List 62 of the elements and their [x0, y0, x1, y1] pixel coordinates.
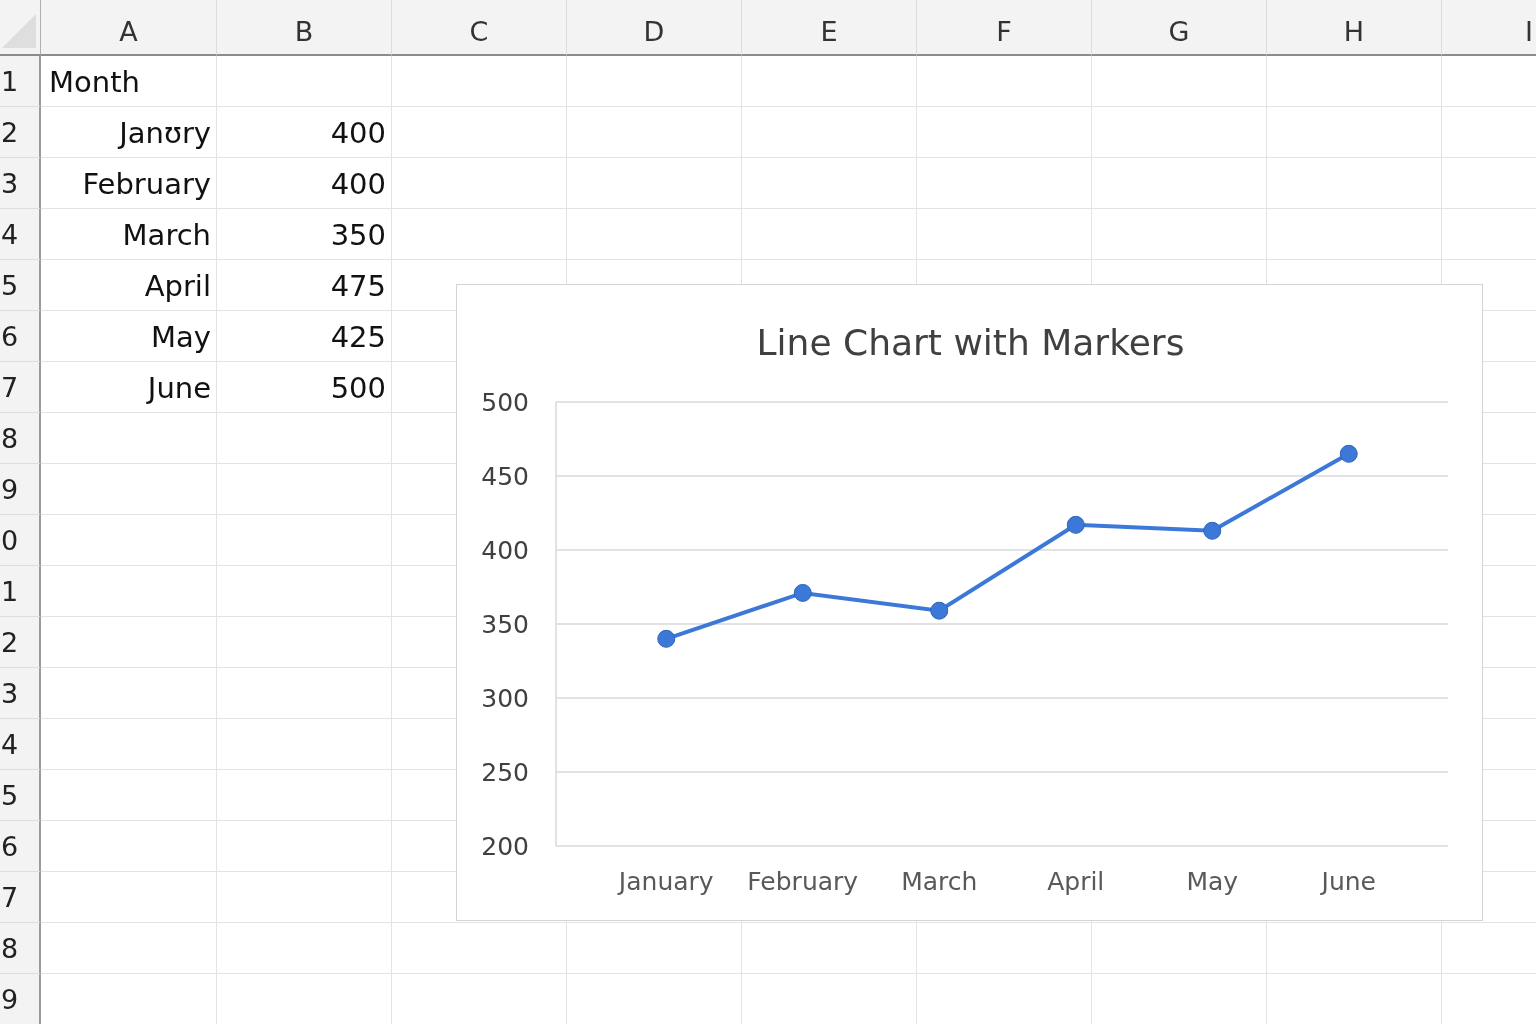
column-header[interactable]: B	[217, 0, 392, 56]
column-header[interactable]: F	[917, 0, 1092, 56]
row-header[interactable]: 8	[0, 413, 41, 464]
axis-tick-label: 500	[481, 388, 529, 417]
table-cell-text: June	[145, 369, 212, 407]
table-cell-text: February	[81, 165, 212, 203]
column-header[interactable]: G	[1092, 0, 1267, 56]
data-marker	[657, 629, 676, 648]
row-header[interactable]: 9	[0, 464, 41, 515]
table-cell-text: 400	[329, 165, 387, 203]
column-header[interactable]: D	[567, 0, 742, 56]
row-header[interactable]: 0	[0, 515, 41, 566]
data-marker	[793, 583, 812, 602]
row-header[interactable]: 9	[0, 974, 41, 1024]
axis-category-label: January	[618, 867, 714, 896]
column-header[interactable]: I	[1442, 0, 1536, 56]
row-header[interactable]: 3	[0, 158, 41, 209]
table-cell-text: March	[121, 216, 212, 254]
axis-tick-label: 250	[481, 758, 529, 787]
table-cell-text: 400	[329, 114, 387, 152]
row-header[interactable]: 1	[0, 566, 41, 617]
axis-tick-label: 350	[481, 610, 529, 639]
axis-tick-label: 400	[481, 536, 529, 565]
axis-tick-label: 450	[481, 462, 529, 491]
row-header[interactable]: 8	[0, 923, 41, 974]
row-header[interactable]: 4	[0, 209, 41, 260]
axis-tick-label: 300	[481, 684, 529, 713]
column-header[interactable]: E	[742, 0, 917, 56]
axis-category-label: April	[1047, 867, 1105, 896]
row-header[interactable]: 5	[0, 260, 41, 311]
axis-category-label: June	[1321, 867, 1376, 896]
axis-category-label: May	[1186, 867, 1239, 896]
data-marker	[1203, 521, 1222, 540]
table-cell-text: April	[143, 267, 212, 305]
axis-tick-label: 200	[481, 832, 529, 861]
table-cell-text: Month	[48, 63, 141, 101]
axis-category-label: March	[901, 867, 978, 896]
row-header[interactable]: 7	[0, 872, 41, 923]
row-header[interactable]: 6	[0, 311, 41, 362]
data-marker	[930, 601, 949, 620]
axis-category-label: February	[747, 867, 859, 896]
row-header[interactable]: 5	[0, 770, 41, 821]
column-header[interactable]: H	[1267, 0, 1442, 56]
table-cell-text: 500	[329, 369, 387, 407]
data-marker	[1066, 515, 1085, 534]
row-header[interactable]: 4	[0, 719, 41, 770]
table-cell-text: Janʊry	[116, 114, 212, 152]
row-header[interactable]: 6	[0, 821, 41, 872]
row-header[interactable]: 2	[0, 617, 41, 668]
table-cell-text: 350	[329, 216, 387, 254]
row-header[interactable]: 2	[0, 107, 41, 158]
row-header[interactable]: 1	[0, 56, 41, 107]
data-marker	[1339, 444, 1358, 463]
table-cell-text: 475	[329, 267, 387, 305]
column-header[interactable]: A	[41, 0, 217, 56]
table-cell-text: May	[150, 318, 212, 356]
chart-area[interactable]: Line Chart with Markers 200 250 300 350 400 450 500 January February March April May June	[456, 284, 1483, 921]
table-cell-text: 425	[329, 318, 387, 356]
chart-title: Line Chart with Markers	[756, 322, 1185, 363]
row-header[interactable]: 7	[0, 362, 41, 413]
column-header[interactable]: C	[392, 0, 567, 56]
row-header[interactable]: 3	[0, 668, 41, 719]
